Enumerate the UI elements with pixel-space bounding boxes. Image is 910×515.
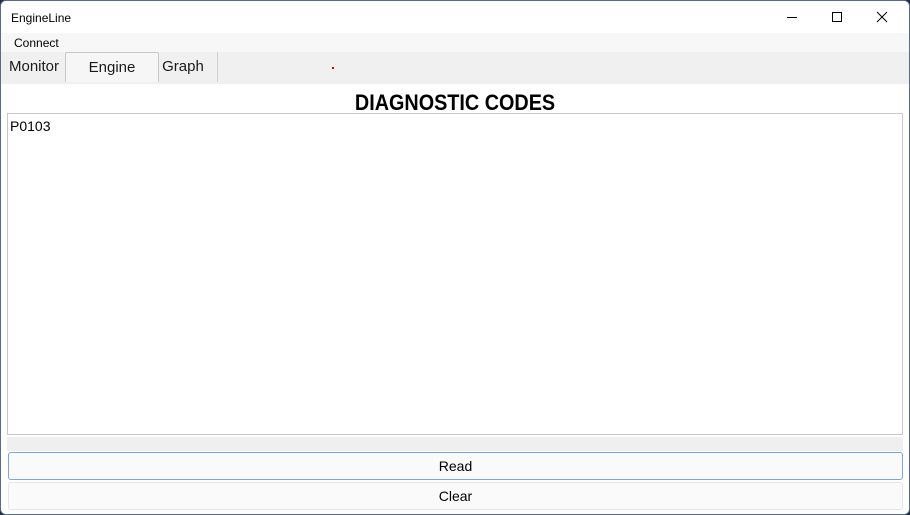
tab-strip: Monitor Engine Codes Graph [1, 52, 909, 106]
window-title: EngineLine [11, 11, 72, 25]
menu-connect[interactable]: Connect [8, 35, 65, 51]
tab-engine-codes[interactable]: Engine Codes [65, 52, 159, 106]
title-bar[interactable]: EngineLine [1, 1, 909, 33]
code-entry: P0103 [10, 118, 51, 134]
codes-textbox[interactable]: P0103 [7, 113, 903, 435]
indicator-dot [332, 67, 334, 69]
engine-codes-panel: DIAGNOSTIC CODES P0103 Read Clear [1, 84, 909, 514]
tab-separator [217, 52, 218, 82]
minimize-icon [787, 17, 797, 18]
close-icon [876, 11, 888, 23]
app-window: EngineLine Connect Monitor Engine Codes … [0, 0, 910, 515]
menu-bar: Connect [1, 33, 909, 52]
maximize-icon [832, 12, 842, 22]
tab-monitor[interactable]: Monitor [6, 52, 62, 82]
clear-button[interactable]: Clear [8, 482, 903, 510]
minimize-button[interactable] [769, 1, 815, 33]
tab-graph[interactable]: Graph [161, 52, 205, 82]
maximize-button[interactable] [814, 1, 860, 33]
read-button[interactable]: Read [8, 452, 903, 480]
panel-divider [7, 437, 903, 451]
close-button[interactable] [859, 1, 905, 33]
